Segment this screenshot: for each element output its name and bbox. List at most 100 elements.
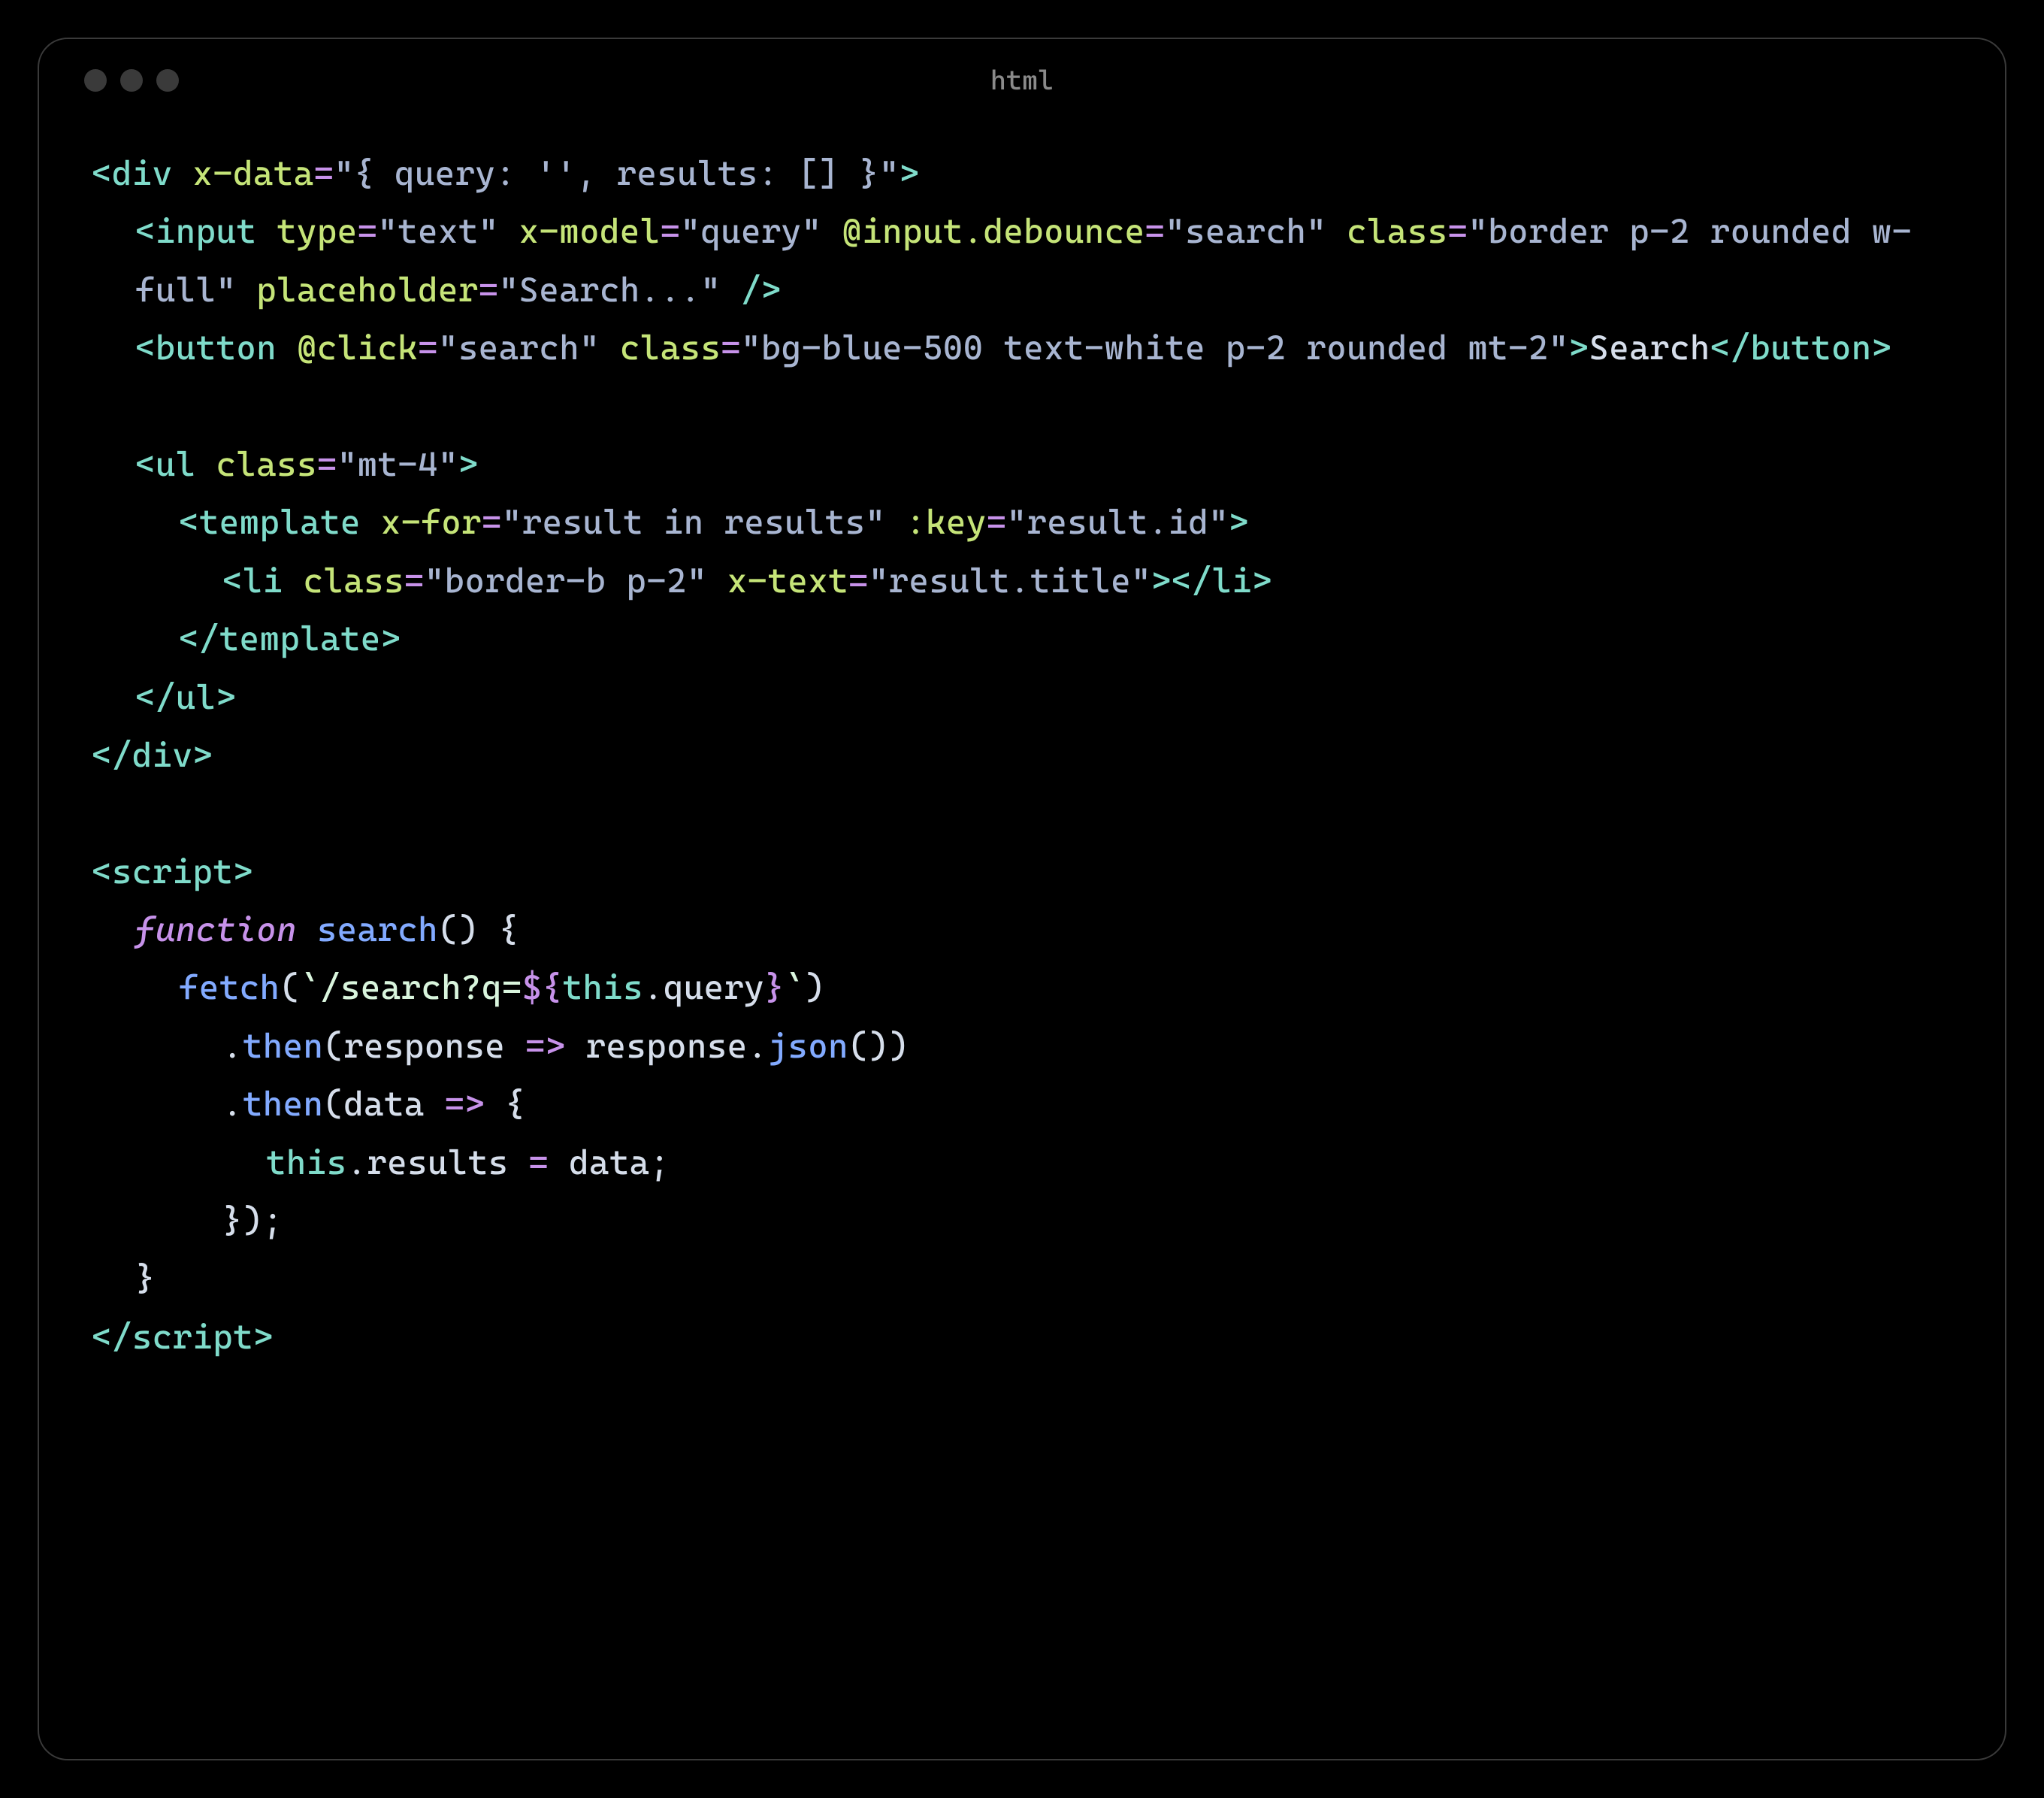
- code-token: script: [112, 852, 233, 891]
- code-token: [277, 328, 297, 368]
- code-token: =: [661, 211, 681, 251]
- code-token: `: [785, 967, 805, 1007]
- code-token: function: [135, 910, 297, 949]
- minimize-dot-icon[interactable]: [120, 69, 143, 92]
- code-line: <li class="border-b p-2" x-text="result.…: [92, 552, 1952, 610]
- code-token: [721, 270, 741, 310]
- code-token: [600, 328, 620, 368]
- code-token: ></: [1151, 561, 1212, 601]
- code-token: <: [135, 328, 156, 368]
- code-token: [822, 211, 842, 251]
- code-token: >: [233, 852, 253, 891]
- code-token: template: [219, 619, 381, 658]
- code-line: <div x-data="{ query: '', results: [] }"…: [92, 144, 1952, 202]
- code-token: />: [741, 270, 782, 310]
- code-token: x-data: [192, 153, 313, 193]
- code-token: "search": [1165, 211, 1326, 251]
- code-token: results: [367, 1143, 508, 1182]
- code-token: template: [199, 502, 361, 542]
- code-token: [508, 1143, 528, 1182]
- code-token: =: [1447, 211, 1468, 251]
- code-line: fetch(`/search?q=${this.query}`): [92, 958, 1952, 1016]
- code-token: </: [1710, 328, 1751, 368]
- code-token: >: [381, 619, 401, 658]
- code-token: </: [92, 735, 132, 775]
- code-line: [92, 377, 1952, 435]
- code-token: this: [563, 967, 643, 1007]
- code-token: (: [280, 967, 300, 1007]
- code-line: });: [92, 1191, 1952, 1249]
- code-token: ul: [176, 677, 216, 717]
- code-token: Search: [1589, 328, 1710, 368]
- code-line: </script>: [92, 1308, 1952, 1366]
- code-token: x-text: [727, 561, 848, 601]
- code-token: "text": [377, 211, 498, 251]
- code-token: =: [848, 561, 869, 601]
- code-token: [499, 211, 519, 251]
- code-token: then: [243, 1084, 323, 1124]
- code-token: query: [664, 967, 764, 1007]
- code-token: [1326, 211, 1347, 251]
- code-token: =: [721, 328, 741, 368]
- code-editor[interactable]: <div x-data="{ query: '', results: [] }"…: [39, 107, 2005, 1759]
- code-token: >: [216, 677, 236, 717]
- code-line: }: [92, 1249, 1952, 1307]
- code-token: [361, 502, 381, 542]
- code-token: class: [216, 444, 316, 484]
- code-token: "result.title": [869, 561, 1151, 601]
- code-line: [92, 784, 1952, 842]
- code-token: =: [987, 502, 1007, 542]
- code-line: .then(response => response.json()): [92, 1017, 1952, 1075]
- code-token: script: [132, 1317, 253, 1357]
- code-token: li: [243, 561, 283, 601]
- code-token: search: [317, 910, 438, 949]
- traffic-lights: [84, 69, 179, 92]
- code-token: x-for: [381, 502, 482, 542]
- code-token: >: [1229, 502, 1249, 542]
- code-token: =>: [525, 1026, 566, 1066]
- code-token: >: [253, 1317, 274, 1357]
- code-token: data: [569, 1143, 649, 1182]
- code-token: ${: [522, 967, 563, 1007]
- code-token: response: [343, 1026, 505, 1066]
- code-token: ;: [650, 1143, 670, 1182]
- code-token: =: [482, 502, 502, 542]
- code-token: [172, 153, 192, 193]
- code-token: >: [900, 153, 920, 193]
- code-token: <: [92, 153, 112, 193]
- code-token: "query": [680, 211, 821, 251]
- code-token: =: [404, 561, 425, 601]
- code-token: [885, 502, 906, 542]
- code-token: >: [1252, 561, 1272, 601]
- code-line: <input type="text" x-model="query" @inpu…: [92, 202, 1952, 319]
- code-line: </div>: [92, 726, 1952, 784]
- code-token: .: [347, 1143, 367, 1182]
- code-token: <: [135, 211, 156, 251]
- code-token: </: [179, 619, 219, 658]
- code-token: =: [418, 328, 438, 368]
- close-dot-icon[interactable]: [84, 69, 107, 92]
- code-token: li: [1212, 561, 1253, 601]
- code-token: ()): [848, 1026, 909, 1066]
- code-token: }: [135, 1258, 156, 1298]
- code-token: response: [586, 1026, 748, 1066]
- code-token: div: [112, 153, 173, 193]
- code-token: :key: [906, 502, 986, 542]
- code-token: "search": [438, 328, 600, 368]
- code-token: {: [485, 1084, 525, 1124]
- code-token: [566, 1026, 586, 1066]
- code-token: "border-b p-2": [425, 561, 707, 601]
- code-token: then: [243, 1026, 323, 1066]
- code-token: ul: [156, 444, 196, 484]
- code-token: </: [135, 677, 176, 717]
- code-token: div: [132, 735, 193, 775]
- code-token: <: [135, 444, 156, 484]
- code-line: .then(data => {: [92, 1075, 1952, 1133]
- code-token: =: [479, 270, 499, 310]
- code-token: (: [323, 1026, 343, 1066]
- code-token: >: [458, 444, 479, 484]
- maximize-dot-icon[interactable]: [156, 69, 179, 92]
- code-token: >: [1569, 328, 1589, 368]
- code-token: "Search...": [499, 270, 721, 310]
- code-token: @click: [297, 328, 418, 368]
